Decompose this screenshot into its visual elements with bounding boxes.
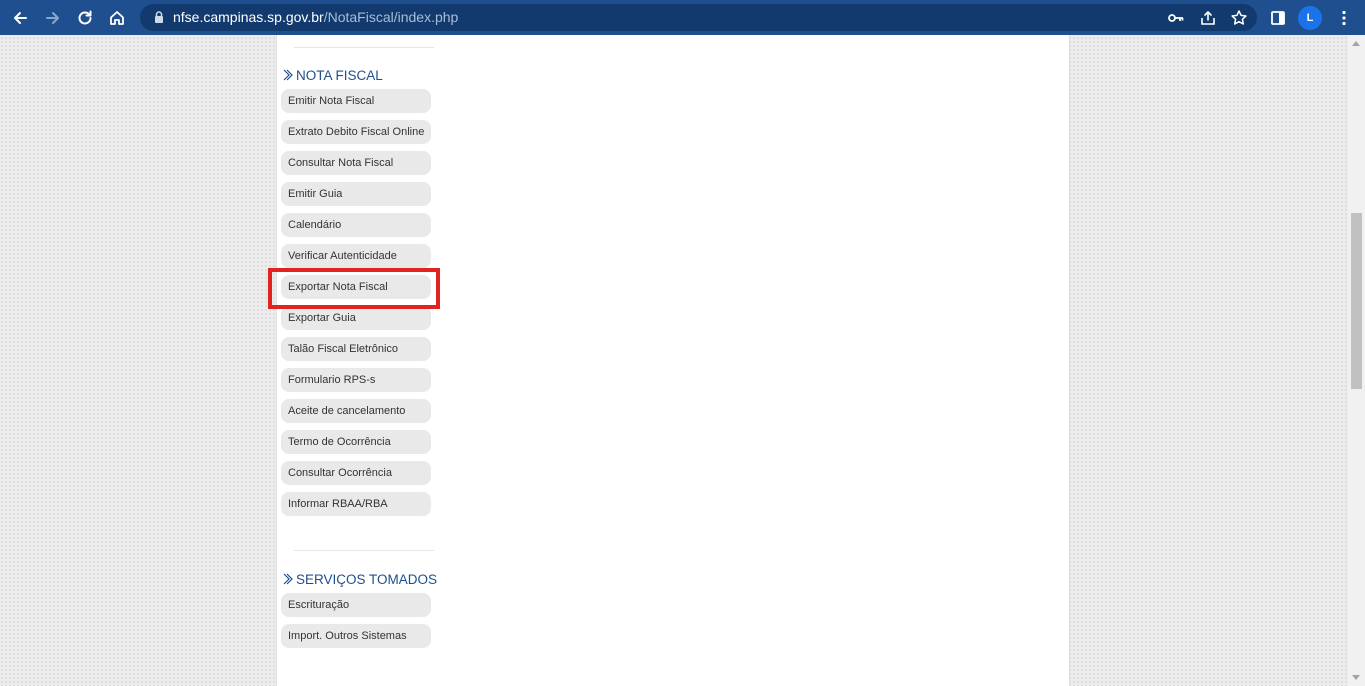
scrollbar-thumb[interactable] <box>1351 213 1362 389</box>
menu-item-termo-de-ocorrencia[interactable]: Termo de Ocorrência <box>281 430 431 454</box>
menu-item-exportar-guia[interactable]: Exportar Guia <box>281 306 431 330</box>
scroll-down-arrow-icon[interactable] <box>1352 675 1360 680</box>
menu-item-emitir-guia[interactable]: Emitir Guia <box>281 182 431 206</box>
menu-item-talao-fiscal-eletronico[interactable]: Talão Fiscal Eletrônico <box>281 337 431 361</box>
side-panel-icon[interactable] <box>1266 6 1290 30</box>
section-divider <box>294 550 434 551</box>
profile-avatar[interactable]: L <box>1298 6 1322 30</box>
url-host: nfse.campinas.sp.gov.br <box>173 9 324 25</box>
chevron-right-icon <box>283 69 293 81</box>
menu-item-calendario[interactable]: Calendário <box>281 213 431 237</box>
menu-item-emitir-nota-fiscal[interactable]: Emitir Nota Fiscal <box>281 89 431 113</box>
menu-item-escrituracao[interactable]: Escrituração <box>281 593 431 617</box>
menu-item-extrato-debito-fiscal-online[interactable]: Extrato Debito Fiscal Online <box>281 120 431 144</box>
key-icon[interactable] <box>1167 9 1185 27</box>
menu-item-aceite-de-cancelamento[interactable]: Aceite de cancelamento <box>281 399 431 423</box>
section-divider <box>294 47 434 48</box>
section-title-nota-fiscal: NOTA FISCAL <box>283 66 383 84</box>
lock-icon[interactable] <box>152 10 166 24</box>
browser-toolbar: nfse.campinas.sp.gov.br/NotaFiscal/index… <box>0 0 1365 35</box>
address-bar[interactable]: nfse.campinas.sp.gov.br/NotaFiscal/index… <box>140 4 1257 31</box>
home-icon[interactable] <box>105 6 129 30</box>
url-text[interactable]: nfse.campinas.sp.gov.br/NotaFiscal/index… <box>173 9 458 25</box>
forward-arrow-icon[interactable] <box>41 6 65 30</box>
section-title-servicos-tomados: SERVIÇOS TOMADOS <box>283 570 437 588</box>
scroll-up-arrow-icon[interactable] <box>1352 41 1360 46</box>
menu-item-verificar-autenticidade[interactable]: Verificar Autenticidade <box>281 244 431 268</box>
url-path: /NotaFiscal/index.php <box>323 9 459 25</box>
vertical-scrollbar[interactable] <box>1348 35 1365 686</box>
back-arrow-icon[interactable] <box>8 6 32 30</box>
chevron-right-icon <box>283 573 293 585</box>
menu-item-import-outros-sistemas[interactable]: Import. Outros Sistemas <box>281 624 431 648</box>
section-title-label: NOTA FISCAL <box>296 67 383 83</box>
share-icon[interactable] <box>1199 9 1217 27</box>
menu-item-informar-rbaa-rba[interactable]: Informar RBAA/RBA <box>281 492 431 516</box>
menu-item-formulario-rps-s[interactable]: Formulario RPS-s <box>281 368 431 392</box>
menu-item-consultar-nota-fiscal[interactable]: Consultar Nota Fiscal <box>281 151 431 175</box>
reload-icon[interactable] <box>73 6 97 30</box>
menu-item-consultar-ocorrencia[interactable]: Consultar Ocorrência <box>281 461 431 485</box>
bookmark-star-icon[interactable] <box>1230 9 1248 27</box>
kebab-menu-icon[interactable] <box>1332 6 1356 30</box>
section-title-label: SERVIÇOS TOMADOS <box>296 571 438 587</box>
highlight-annotation-box <box>268 268 440 309</box>
